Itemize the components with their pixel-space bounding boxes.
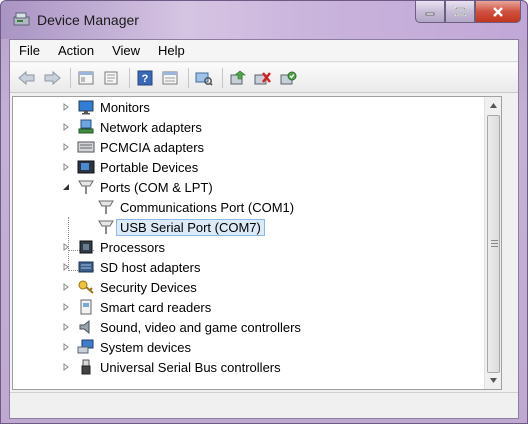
scan-hardware-icon — [195, 72, 213, 86]
minimize-button[interactable] — [415, 1, 445, 23]
title-bar[interactable]: Device Manager — [1, 1, 527, 39]
tree-item-ports[interactable]: Ports (COM & LPT) — [61, 177, 213, 197]
speaker-icon — [77, 319, 95, 335]
back-arrow-icon — [18, 70, 35, 85]
window-title: Device Manager — [37, 12, 139, 28]
maximize-icon — [454, 7, 466, 16]
expand-arrow-icon[interactable] — [61, 162, 71, 172]
port-icon — [97, 219, 115, 235]
toolbar-separator — [222, 67, 223, 88]
menu-bar: File Action View Help — [10, 40, 518, 62]
expand-arrow-icon[interactable] — [61, 322, 71, 332]
device-tree[interactable]: Monitors Network adapters PCMCIA adapter… — [12, 96, 502, 390]
device-manager-window: Device Manager File Action View Help ? M… — [0, 0, 528, 424]
expand-arrow-icon[interactable] — [61, 242, 71, 252]
caption-buttons — [415, 1, 521, 25]
toolbar-separator — [70, 67, 71, 88]
show-hide-tree-icon — [78, 71, 94, 84]
vertical-scrollbar[interactable] — [484, 97, 501, 389]
pcmcia-icon — [77, 139, 95, 155]
scroll-down-arrow-icon — [490, 378, 497, 383]
menu-action[interactable]: Action — [49, 41, 103, 61]
minimize-icon — [425, 12, 435, 15]
expand-arrow-icon[interactable] — [61, 102, 71, 112]
collapse-arrow-icon[interactable] — [61, 182, 71, 192]
uninstall-icon — [254, 71, 271, 84]
scroll-grip-icon — [491, 240, 498, 248]
usb-icon — [77, 359, 95, 375]
system-devices-icon — [77, 339, 95, 355]
toolbar-separator — [129, 67, 130, 88]
expand-arrow-icon[interactable] — [61, 122, 71, 132]
window-client-area: File Action View Help ? Monitors Network… — [9, 39, 519, 419]
back-button[interactable] — [16, 67, 38, 89]
tree-item-system-devices[interactable]: System devices — [61, 337, 191, 357]
expand-arrow-icon[interactable] — [61, 262, 71, 272]
view-icon — [162, 71, 178, 84]
update-driver-icon — [230, 70, 246, 84]
forward-button[interactable] — [41, 67, 63, 89]
help-icon: ? — [137, 70, 153, 85]
scroll-up-button[interactable] — [485, 97, 501, 114]
sd-host-icon — [77, 259, 95, 275]
network-icon — [77, 119, 95, 135]
tree-item-monitors[interactable]: Monitors — [61, 97, 150, 117]
expand-arrow-icon[interactable] — [61, 282, 71, 292]
update-driver-button[interactable] — [227, 67, 249, 89]
enable-disable-button[interactable] — [277, 67, 299, 89]
help-button[interactable]: ? — [134, 67, 156, 89]
smart-card-icon — [77, 299, 95, 315]
show-hide-tree-button[interactable] — [75, 67, 97, 89]
toolbar-separator — [188, 67, 189, 88]
close-icon — [493, 6, 503, 17]
port-icon — [97, 199, 115, 215]
menu-view[interactable]: View — [103, 41, 149, 61]
tree-item-portable-devices[interactable]: Portable Devices — [61, 157, 198, 177]
menu-help[interactable]: Help — [149, 41, 194, 61]
processor-icon — [77, 239, 95, 255]
expand-arrow-icon[interactable] — [61, 302, 71, 312]
tree-item-smart-card-readers[interactable]: Smart card readers — [61, 297, 211, 317]
maximize-button[interactable] — [445, 1, 475, 23]
tree-item-pcmcia-adapters[interactable]: PCMCIA adapters — [61, 137, 204, 157]
close-button[interactable] — [475, 1, 521, 23]
forward-arrow-icon — [44, 70, 61, 85]
uninstall-button[interactable] — [252, 67, 274, 89]
view-button[interactable] — [159, 67, 181, 89]
device-manager-app-icon — [13, 12, 30, 26]
tree-item-sd-host-adapters[interactable]: SD host adapters — [61, 257, 200, 277]
scroll-up-arrow-icon — [490, 103, 497, 108]
tree-item-usb-controllers[interactable]: Universal Serial Bus controllers — [61, 357, 281, 377]
tree-item-communications-port[interactable]: Communications Port (COM1) — [97, 197, 294, 217]
tree-item-security-devices[interactable]: Security Devices — [61, 277, 197, 297]
properties-button[interactable] — [100, 67, 122, 89]
scrollbar-thumb[interactable] — [487, 115, 500, 373]
properties-icon — [104, 71, 118, 84]
tree-item-network-adapters[interactable]: Network adapters — [61, 117, 202, 137]
security-key-icon — [77, 279, 95, 295]
scroll-down-button[interactable] — [485, 372, 501, 389]
tree-item-processors[interactable]: Processors — [61, 237, 165, 257]
svg-text:?: ? — [142, 73, 149, 85]
monitor-icon — [77, 99, 95, 115]
status-bar — [10, 392, 518, 418]
port-icon — [77, 179, 95, 195]
expand-arrow-icon[interactable] — [61, 342, 71, 352]
expand-arrow-icon[interactable] — [61, 362, 71, 372]
tree-item-sound-video-game[interactable]: Sound, video and game controllers — [61, 317, 301, 337]
menu-file[interactable]: File — [10, 41, 49, 61]
scan-hardware-button[interactable] — [193, 67, 215, 89]
toolbar: ? — [10, 63, 518, 93]
portable-device-icon — [77, 159, 95, 175]
tree-item-usb-serial-port[interactable]: USB Serial Port (COM7) — [97, 217, 265, 237]
expand-arrow-icon[interactable] — [61, 142, 71, 152]
enable-disable-icon — [280, 71, 297, 84]
